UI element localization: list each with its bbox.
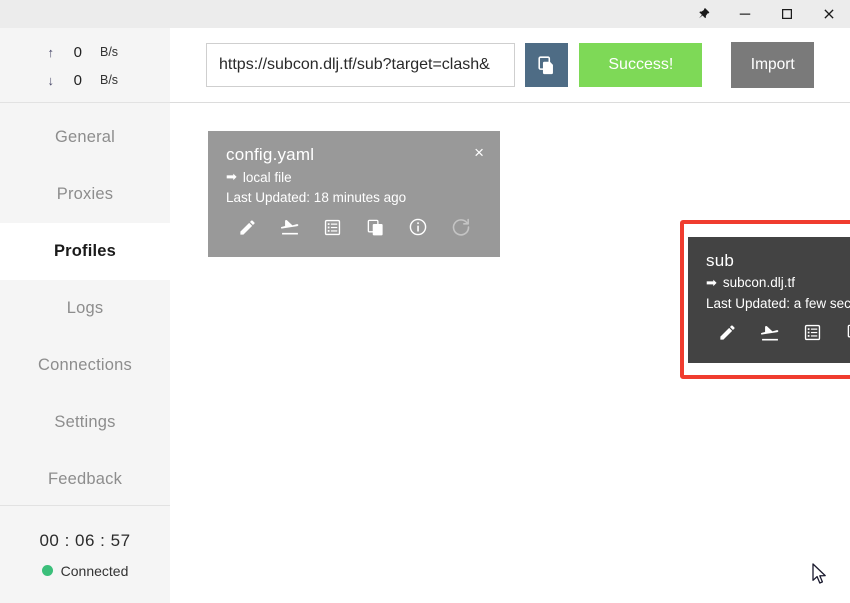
profile-card-title: config.yaml bbox=[226, 145, 482, 165]
profile-card-actions bbox=[226, 212, 482, 242]
success-button[interactable]: Success! bbox=[579, 43, 702, 87]
sidebar-item-connections[interactable]: Connections bbox=[0, 337, 170, 394]
download-speed-row: ↓ 0 B/s bbox=[0, 66, 170, 94]
connection-status-panel: 00 : 06 : 57 Connected bbox=[0, 505, 170, 603]
profile-card-title: sub bbox=[706, 251, 850, 271]
profile-card-actions bbox=[706, 318, 850, 348]
copy-icon bbox=[536, 54, 558, 76]
pin-icon[interactable] bbox=[682, 0, 724, 28]
duplicate-icon[interactable] bbox=[354, 212, 397, 242]
upload-speed-value: 0 bbox=[54, 44, 82, 61]
sidebar-item-label: Profiles bbox=[54, 242, 116, 261]
download-speed-unit: B/s bbox=[82, 73, 118, 87]
refresh-icon[interactable] bbox=[439, 212, 482, 242]
profile-card-updated: Last Updated: a few seconds ago bbox=[706, 296, 850, 311]
sidebar-item-label: Feedback bbox=[48, 470, 122, 489]
sidebar-item-proxies[interactable]: Proxies bbox=[0, 166, 170, 223]
import-button[interactable]: Import bbox=[731, 42, 814, 88]
duplicate-icon[interactable] bbox=[834, 318, 850, 348]
profile-card-close-button[interactable]: × bbox=[474, 144, 484, 161]
profile-card-updated: Last Updated: 18 minutes ago bbox=[226, 190, 482, 205]
paste-url-button[interactable] bbox=[525, 43, 568, 87]
minimize-icon[interactable] bbox=[724, 0, 766, 28]
speed-indicator: ↑ 0 B/s ↓ 0 B/s bbox=[0, 28, 170, 102]
profile-card[interactable]: sub × ➡ subcon.dlj.tf Last Updated: a fe… bbox=[688, 237, 850, 363]
sidebar-item-label: Connections bbox=[38, 356, 132, 375]
edit-icon[interactable] bbox=[706, 318, 749, 348]
status-label: Connected bbox=[61, 563, 129, 579]
edit-icon[interactable] bbox=[226, 212, 269, 242]
profile-card-source: ➡ subcon.dlj.tf bbox=[706, 275, 850, 291]
profile-card-source-label: subcon.dlj.tf bbox=[723, 275, 795, 290]
sidebar-item-label: General bbox=[55, 128, 115, 147]
sidebar: ↑ 0 B/s ↓ 0 B/s General Proxies Profiles… bbox=[0, 28, 170, 603]
upload-speed-row: ↑ 0 B/s bbox=[0, 38, 170, 66]
profile-card-source: ➡ local file bbox=[226, 169, 482, 185]
flight-land-icon[interactable] bbox=[269, 212, 312, 242]
arrow-right-icon: ➡ bbox=[706, 275, 717, 291]
maximize-icon[interactable] bbox=[766, 0, 808, 28]
sidebar-nav: General Proxies Profiles Logs Connection… bbox=[0, 103, 170, 508]
profile-toolbar: Success! Import bbox=[170, 28, 850, 103]
close-icon[interactable] bbox=[808, 0, 850, 28]
sidebar-item-profiles[interactable]: Profiles bbox=[0, 223, 170, 280]
sidebar-item-logs[interactable]: Logs bbox=[0, 280, 170, 337]
upload-arrow-icon: ↑ bbox=[0, 45, 54, 60]
rules-list-icon[interactable] bbox=[311, 212, 354, 242]
profile-card-source-label: local file bbox=[243, 170, 292, 185]
sidebar-item-general[interactable]: General bbox=[0, 109, 170, 166]
mouse-cursor bbox=[812, 563, 828, 591]
status-badge: Connected bbox=[42, 563, 129, 579]
main-content: Success! Import config.yaml × ➡ local fi… bbox=[170, 28, 850, 603]
sidebar-item-label: Logs bbox=[67, 299, 104, 318]
sidebar-item-label: Proxies bbox=[57, 185, 113, 204]
flight-land-icon[interactable] bbox=[749, 318, 792, 348]
sidebar-item-feedback[interactable]: Feedback bbox=[0, 451, 170, 508]
profile-card-highlight: sub × ➡ subcon.dlj.tf Last Updated: a fe… bbox=[680, 220, 850, 379]
sidebar-item-settings[interactable]: Settings bbox=[0, 394, 170, 451]
uptime-timer: 00 : 06 : 57 bbox=[39, 531, 130, 551]
upload-speed-unit: B/s bbox=[82, 45, 118, 59]
sidebar-item-label: Settings bbox=[54, 413, 115, 432]
profile-url-input[interactable] bbox=[206, 43, 515, 87]
profile-card-list: config.yaml × ➡ local file Last Updated:… bbox=[170, 103, 850, 257]
info-icon[interactable] bbox=[397, 212, 440, 242]
title-bar bbox=[0, 0, 850, 28]
status-dot-icon bbox=[42, 565, 53, 576]
rules-list-icon[interactable] bbox=[791, 318, 834, 348]
app-window: ↑ 0 B/s ↓ 0 B/s General Proxies Profiles… bbox=[0, 0, 850, 603]
arrow-right-icon: ➡ bbox=[226, 169, 237, 185]
download-speed-value: 0 bbox=[54, 72, 82, 89]
download-arrow-icon: ↓ bbox=[0, 73, 54, 88]
profile-card[interactable]: config.yaml × ➡ local file Last Updated:… bbox=[208, 131, 500, 257]
